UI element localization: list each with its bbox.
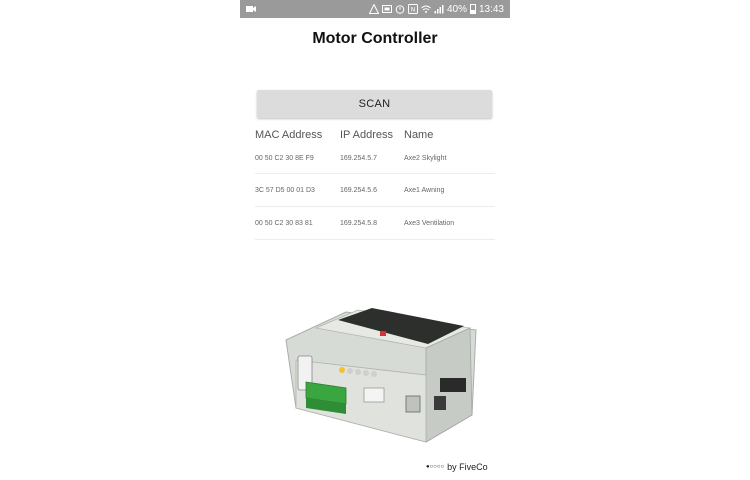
table-header: MAC Address IP Address Name [255,126,495,144]
row-ip: 169.254.5.8 [340,219,377,227]
motor-controller-device-image [285,308,477,443]
svg-text:N: N [411,7,416,14]
app-screen: N 40% 13:43 Motor Controller SCAN MAC Ad… [240,0,510,480]
battery-percent: 40% [446,3,467,15]
fiveco-logo: ●○○○○ by FiveCo [426,462,488,472]
screen-icon [381,5,392,13]
logo-text: by FiveCo [447,462,488,472]
battery-icon [469,4,476,14]
row-mac: 00 50 C2 30 8E F9 [255,155,314,162]
row-mac: 00 50 C2 30 83 81 [255,219,313,227]
row-name: Axe3 Ventilation [404,219,455,227]
page-title: Motor Controller [312,30,438,47]
table-row[interactable]: 00 50 C2 30 8E F9 169.254.5.7 Axe2 Skyli… [255,144,495,174]
row-name: Axe1 Awning [404,186,445,194]
scan-button[interactable]: SCAN [257,90,492,118]
clock: 13:43 [478,3,504,15]
header-name: Name [404,129,434,141]
wifi-icon [421,5,431,13]
warning-icon [368,4,379,14]
header-ip-address: IP Address [340,129,393,141]
device-table: MAC Address IP Address Name 00 50 C2 30 … [255,126,495,240]
video-icon [246,6,256,12]
header-mac-address: MAC Address [255,129,323,141]
nfc-icon: N [407,4,418,14]
alarm-icon [395,5,405,14]
row-ip: 169.254.5.7 [340,155,377,162]
row-mac: 3C 57 D5 00 01 D3 [255,186,315,194]
row-name: Axe2 Skylight [404,155,447,162]
signal-icon [434,5,444,14]
logo-dots: ●○○○○ [426,464,445,470]
row-ip: 169.254.5.6 [340,186,377,194]
table-row[interactable]: 00 50 C2 30 83 81 169.254.5.8 Axe3 Venti… [255,207,495,240]
table-row[interactable]: 3C 57 D5 00 01 D3 169.254.5.6 Axe1 Awnin… [255,174,495,207]
status-bar: N 40% 13:43 [240,0,510,18]
